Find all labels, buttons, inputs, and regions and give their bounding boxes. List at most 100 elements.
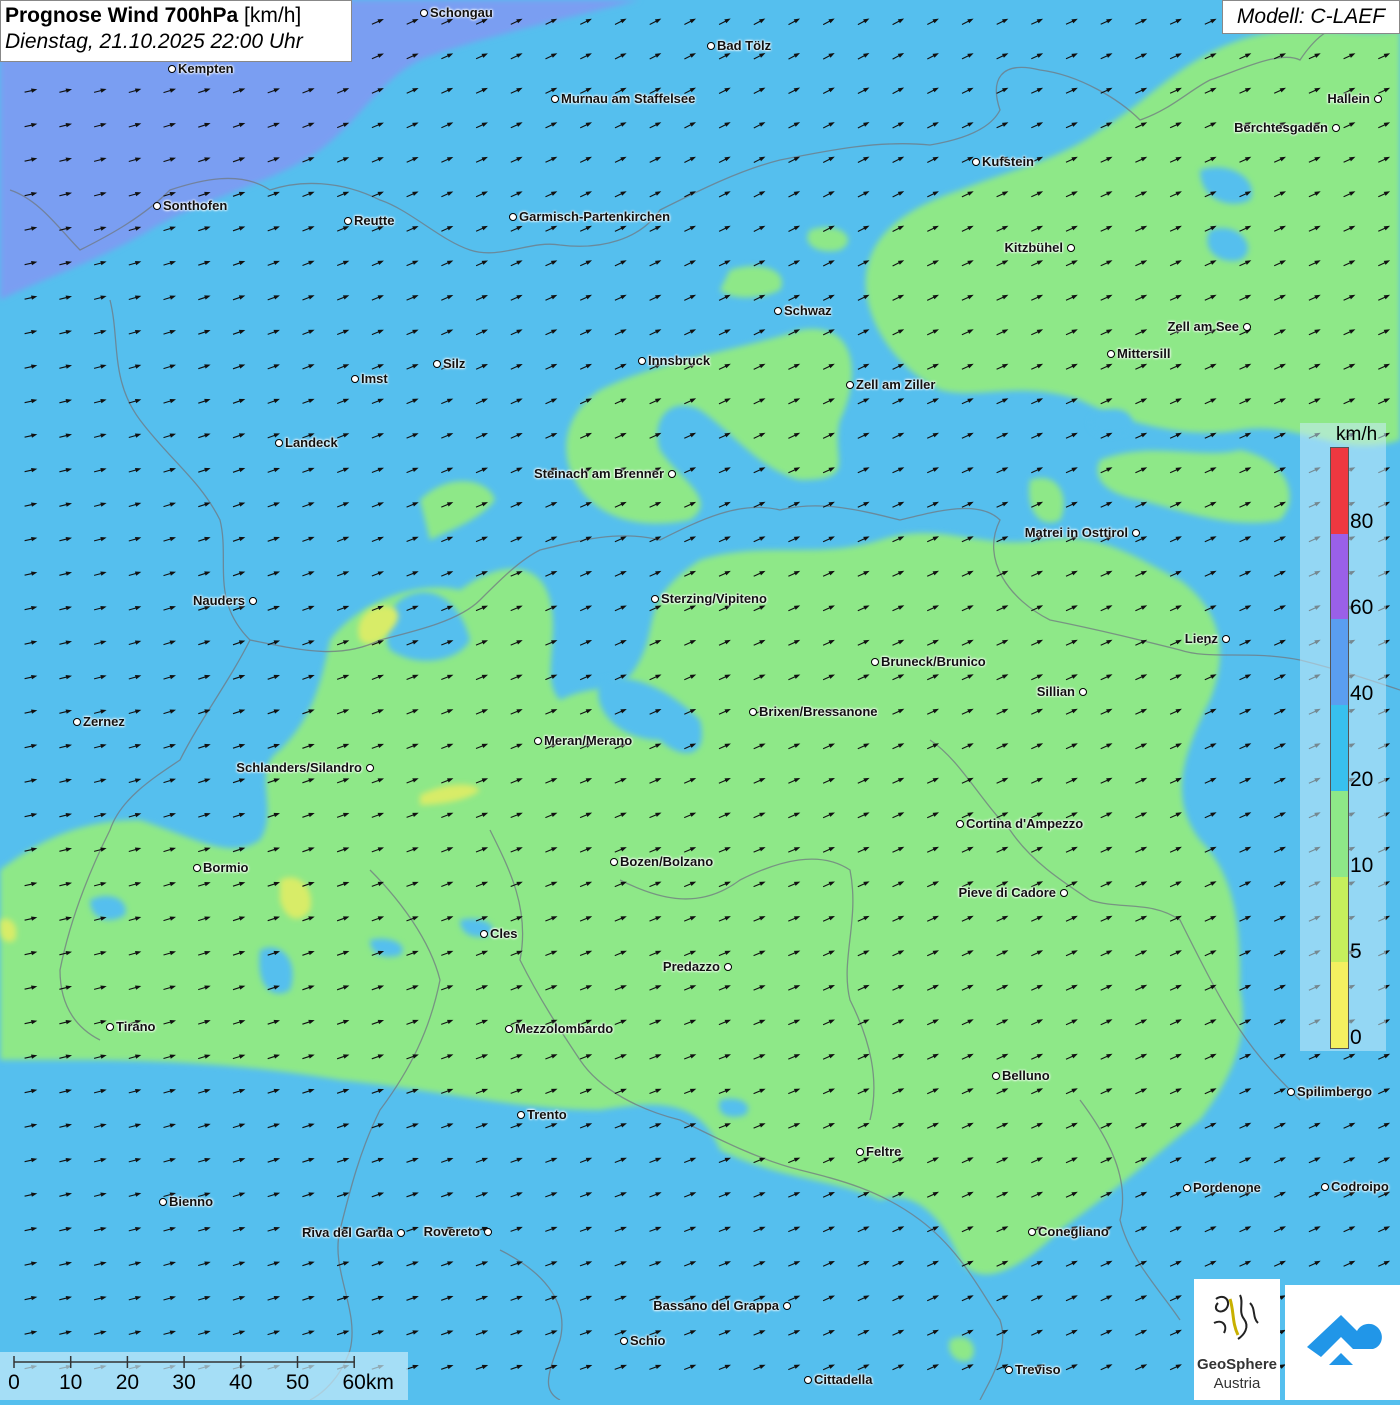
scale-label: 10 <box>59 1371 83 1394</box>
city-dot-icon <box>1222 635 1230 643</box>
city-dot-icon <box>956 820 964 828</box>
city-dot-icon <box>783 1302 791 1310</box>
city-dot-icon <box>1060 889 1068 897</box>
legend-swatch <box>1331 448 1348 534</box>
city-dot-icon <box>505 1025 513 1033</box>
city-dot-icon <box>1243 323 1251 331</box>
city-dot-icon <box>420 9 428 17</box>
city-dot-icon <box>517 1111 525 1119</box>
city-dot-icon <box>551 95 559 103</box>
city-label: Pieve di Cadore <box>958 885 1056 900</box>
city-label: Treviso <box>1015 1362 1061 1377</box>
city-dot-icon <box>484 1228 492 1236</box>
city-label: Kufstein <box>982 154 1034 169</box>
city-label: Meran/Merano <box>544 733 633 748</box>
city-dot-icon <box>275 439 283 447</box>
legend-tick-label: 10 <box>1350 854 1374 877</box>
scale-label: 40 <box>229 1371 253 1394</box>
weather-app-logo[interactable] <box>1285 1285 1400 1400</box>
legend-tick-label: 80 <box>1350 510 1374 533</box>
city-dot-icon <box>749 708 757 716</box>
model-label: Modell: C-LAEF <box>1222 0 1400 34</box>
city-label: Sillian <box>1036 684 1075 699</box>
city-label: Pordenone <box>1193 1180 1261 1195</box>
city-label: Zell am See <box>1167 319 1239 334</box>
legend-tick-label: 5 <box>1350 940 1362 963</box>
city-label: Belluno <box>1002 1068 1050 1083</box>
city-dot-icon <box>366 764 374 772</box>
city-dot-icon <box>1107 350 1115 358</box>
city-dot-icon <box>638 357 646 365</box>
city-label: Cittadella <box>814 1372 873 1387</box>
city-label: Cortina d'Ampezzo <box>966 816 1084 831</box>
city-label: Tirano <box>116 1019 156 1034</box>
city-dot-icon <box>651 595 659 603</box>
city-dot-icon <box>992 1072 1000 1080</box>
legend-swatch <box>1331 533 1348 620</box>
legend-tick-label: 0 <box>1350 1026 1362 1049</box>
city-dot-icon <box>344 217 352 225</box>
city-label: Silz <box>443 356 466 371</box>
city-dot-icon <box>972 158 980 166</box>
city-dot-icon <box>1287 1088 1295 1096</box>
city-label: Schongau <box>430 5 493 20</box>
city-label: Schwaz <box>784 303 832 318</box>
city-dot-icon <box>620 1337 628 1345</box>
city-dot-icon <box>193 864 201 872</box>
map-title-box: Prognose Wind 700hPa [km/h] Dienstag, 21… <box>0 0 352 62</box>
city-dot-icon <box>856 1148 864 1156</box>
city-label: Landeck <box>285 435 338 450</box>
city-dot-icon <box>159 1198 167 1206</box>
city-label: Bruneck/Brunico <box>881 654 986 669</box>
city-label: Spilimbergo <box>1297 1084 1373 1099</box>
city-label: Garmisch-Partenkirchen <box>519 209 671 224</box>
city-dot-icon <box>249 597 257 605</box>
city-label: Steinach am Brenner <box>533 466 664 481</box>
weather-app-icon <box>1307 1315 1382 1365</box>
city-label: Predazzo <box>662 959 720 974</box>
legend-swatch <box>1331 619 1348 706</box>
city-label: Trento <box>527 1107 567 1122</box>
scale-label: 30 <box>172 1371 196 1394</box>
city-label: Lienz <box>1184 631 1218 646</box>
geosphere-logo[interactable]: GeoSphere Austria <box>1194 1279 1280 1400</box>
city-dot-icon <box>724 963 732 971</box>
city-label: Codroipo <box>1331 1179 1389 1194</box>
city-dot-icon <box>1028 1228 1036 1236</box>
legend-tick-label: 40 <box>1350 682 1374 705</box>
city-dot-icon <box>106 1023 114 1031</box>
map-title: Prognose Wind 700hPa [km/h] <box>5 4 347 28</box>
city-dot-icon <box>1374 95 1382 103</box>
legend-tick-label: 60 <box>1350 596 1374 619</box>
city-label: Feltre <box>866 1144 902 1159</box>
forecast-datetime: Dienstag, 21.10.2025 22:00 Uhr <box>5 30 303 53</box>
city-dot-icon <box>707 42 715 50</box>
city-dot-icon <box>509 213 517 221</box>
city-label: Reutte <box>354 213 395 228</box>
scale-label: 60km <box>342 1371 394 1394</box>
city-label: Bienno <box>169 1194 214 1209</box>
city-label: Riva del Garda <box>301 1225 393 1240</box>
city-label: Brixen/Bressanone <box>759 704 878 719</box>
city-dot-icon <box>153 202 161 210</box>
city-label: Matrei in Osttirol <box>1024 525 1128 540</box>
city-label: Mezzolombardo <box>515 1021 614 1036</box>
city-label: Conegliano <box>1038 1224 1109 1239</box>
city-label: Kitzbühel <box>1004 240 1064 255</box>
city-label: Schlanders/Silandro <box>236 760 362 775</box>
city-label: Murnau am Staffelsee <box>561 91 696 106</box>
geosphere-name: GeoSphere <box>1196 1356 1278 1373</box>
city-label: Zell am Ziller <box>856 377 936 392</box>
city-label: Imst <box>361 371 388 386</box>
geosphere-country: Austria <box>1213 1375 1261 1392</box>
city-label: Berchtesgaden <box>1234 120 1328 135</box>
city-dot-icon <box>168 65 176 73</box>
scale-label: 50 <box>285 1371 310 1394</box>
city-label: Bozen/Bolzano <box>620 854 714 869</box>
city-label: Nauders <box>192 593 245 608</box>
city-dot-icon <box>73 718 81 726</box>
city-dot-icon <box>668 470 676 478</box>
city-dot-icon <box>1005 1366 1013 1374</box>
city-label: Rovereto <box>423 1224 480 1239</box>
city-dot-icon <box>774 307 782 315</box>
